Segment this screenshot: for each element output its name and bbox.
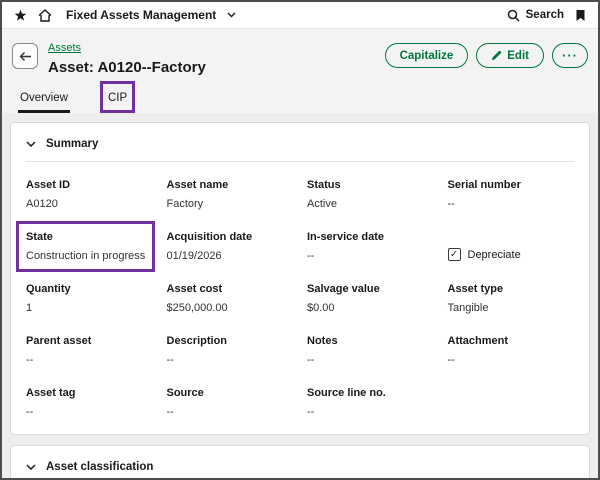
field-value: -- (448, 354, 575, 366)
field-label: Asset name (167, 179, 294, 191)
field-serial-number: Serial number -- (448, 179, 575, 210)
field-quantity: Quantity 1 (26, 283, 153, 314)
page-title: Asset: A0120--Factory (48, 59, 206, 76)
depreciate-checkbox[interactable]: ✓ (448, 248, 461, 261)
main-content: Summary Asset ID A0120 Asset name Factor… (2, 113, 598, 478)
back-button[interactable] (12, 43, 38, 69)
field-label: Attachment (448, 335, 575, 347)
tab-cip[interactable]: CIP (106, 87, 129, 107)
classification-card: Asset classification Asset classificatio… (10, 445, 590, 478)
chevron-down-icon[interactable] (227, 12, 236, 18)
depreciate-label: Depreciate (468, 249, 521, 261)
app-window: Fixed Assets Management Search Assets As… (0, 0, 600, 480)
field-label: Asset type (448, 283, 575, 295)
chevron-down-icon (26, 141, 36, 147)
capitalize-button[interactable]: Capitalize (385, 43, 469, 68)
field-source-line-no: Source line no. -- (307, 387, 434, 418)
field-asset-tag: Asset tag -- (26, 387, 153, 418)
edit-label: Edit (507, 50, 529, 62)
field-value: A0120 (26, 198, 153, 210)
home-icon[interactable] (38, 9, 52, 22)
field-value: Tangible (448, 302, 575, 314)
field-label: Asset ID (26, 179, 153, 191)
field-label: Parent asset (26, 335, 153, 347)
field-asset-id: Asset ID A0120 (26, 179, 153, 210)
top-bar: Fixed Assets Management Search (2, 2, 598, 29)
search-button[interactable]: Search (507, 9, 564, 22)
field-value: $0.00 (307, 302, 434, 314)
breadcrumb[interactable]: Assets (48, 42, 81, 54)
field-label: Quantity (26, 283, 153, 295)
tab-bar: Overview CIP (12, 87, 588, 113)
field-in-service-date: In-service date -- (307, 231, 434, 262)
search-label: Search (526, 9, 564, 21)
field-value: Active (307, 198, 434, 210)
edit-button[interactable]: Edit (476, 43, 544, 68)
field-value: -- (307, 406, 434, 418)
classification-section-title: Asset classification (46, 461, 153, 473)
field-value: Construction in progress (26, 250, 145, 262)
field-value: -- (307, 354, 434, 366)
field-asset-cost: Asset cost $250,000.00 (167, 283, 294, 314)
field-label: Serial number (448, 179, 575, 191)
field-notes: Notes -- (307, 335, 434, 366)
field-label: Asset cost (167, 283, 294, 295)
field-label: Acquisition date (167, 231, 294, 243)
field-value: -- (307, 250, 434, 262)
field-value: $250,000.00 (167, 302, 294, 314)
field-label: In-service date (307, 231, 434, 243)
field-label: Notes (307, 335, 434, 347)
summary-section-title: Summary (46, 138, 98, 150)
star-icon[interactable] (14, 9, 27, 22)
field-depreciate: ✓ Depreciate (448, 248, 575, 262)
title-block: Assets Asset: A0120--Factory (48, 38, 206, 76)
summary-section-header[interactable]: Summary (26, 133, 574, 162)
field-value: Factory (167, 198, 294, 210)
field-asset-name: Asset name Factory (167, 179, 294, 210)
field-value: -- (167, 406, 294, 418)
search-icon (507, 9, 520, 22)
field-label: Asset tag (26, 387, 153, 399)
empty-cell (448, 387, 575, 418)
field-value: -- (26, 354, 153, 366)
field-value: 1 (26, 302, 153, 314)
field-source: Source -- (167, 387, 294, 418)
field-label: Description (167, 335, 294, 347)
summary-card: Summary Asset ID A0120 Asset name Factor… (10, 122, 590, 435)
field-value: -- (26, 406, 153, 418)
field-state: State Construction in progress (26, 231, 145, 262)
pencil-icon (491, 50, 502, 61)
summary-field-grid: Asset ID A0120 Asset name Factory Status… (26, 179, 574, 418)
field-value: -- (167, 354, 294, 366)
classification-section-header[interactable]: Asset classification (26, 456, 574, 478)
field-label: Source (167, 387, 294, 399)
field-label: Status (307, 179, 434, 191)
field-value: 01/19/2026 (167, 250, 294, 262)
field-acquisition-date: Acquisition date 01/19/2026 (167, 231, 294, 262)
app-name: Fixed Assets Management (66, 8, 216, 22)
bookmark-icon[interactable] (575, 9, 586, 22)
tab-overview[interactable]: Overview (18, 87, 70, 113)
field-asset-type: Asset type Tangible (448, 283, 575, 314)
field-attachment: Attachment -- (448, 335, 575, 366)
chevron-down-icon (26, 464, 36, 470)
field-label: Source line no. (307, 387, 434, 399)
page-header: Assets Asset: A0120--Factory Capitalize … (2, 29, 598, 113)
field-value: -- (448, 198, 575, 210)
field-parent-asset: Parent asset -- (26, 335, 153, 366)
header-actions: Capitalize Edit ··· (385, 43, 588, 68)
field-description: Description -- (167, 335, 294, 366)
field-label: State (26, 231, 145, 243)
more-actions-button[interactable]: ··· (552, 43, 588, 68)
field-label: Salvage value (307, 283, 434, 295)
field-salvage-value: Salvage value $0.00 (307, 283, 434, 314)
field-status: Status Active (307, 179, 434, 210)
